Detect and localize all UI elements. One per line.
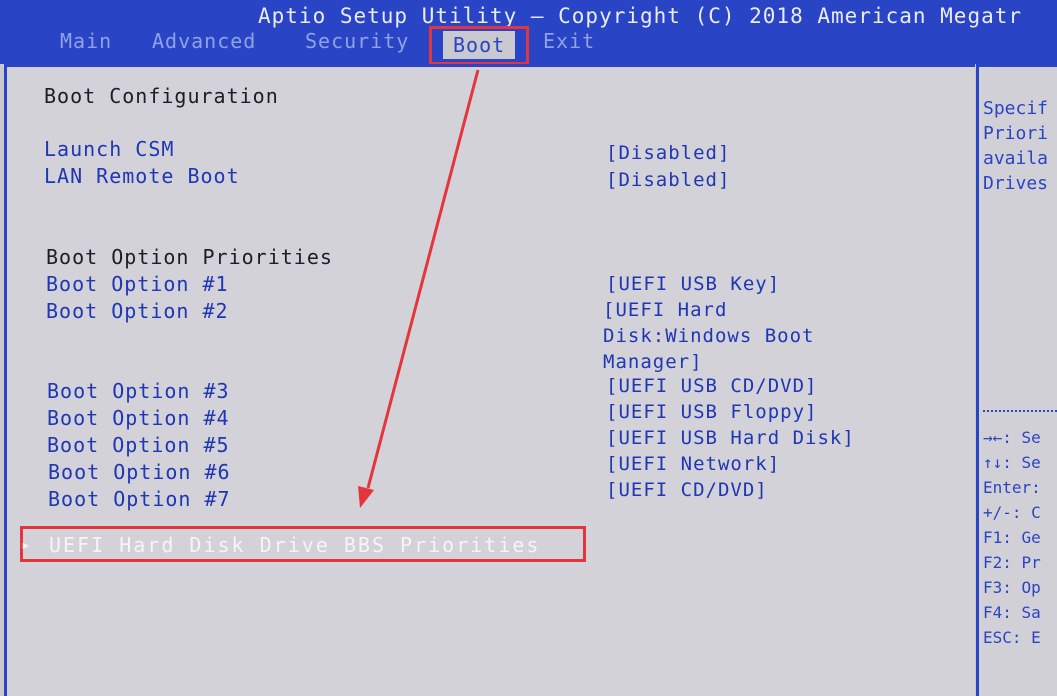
submenu-arrow-icon: ▸ [21, 535, 31, 554]
key-hint-change: +/-: C [983, 503, 1041, 522]
help-line-3: availa [983, 148, 1049, 169]
boot-option-4-value[interactable]: [UEFI USB Floppy] [606, 401, 817, 423]
boot-option-5-label[interactable]: Boot Option #5 [47, 433, 230, 457]
boot-option-7-value[interactable]: [UEFI CD/DVD] [606, 479, 768, 501]
boot-option-3-value[interactable]: [UEFI USB CD/DVD] [606, 375, 817, 397]
boot-option-5-value[interactable]: [UEFI USB Hard Disk] [606, 427, 855, 449]
tab-advanced[interactable]: Advanced [152, 29, 256, 53]
help-line-4: Drives [983, 173, 1049, 194]
key-hint-f1: F1: Ge [983, 528, 1041, 547]
boot-tab-highlight [429, 26, 529, 65]
launch-csm-value[interactable]: [Disabled] [606, 142, 730, 164]
uefi-hdd-bbs-priorities-label: UEFI Hard Disk Drive BBS Priorities [49, 533, 541, 557]
boot-option-6-value[interactable]: [UEFI Network] [606, 453, 780, 475]
boot-option-1-label[interactable]: Boot Option #1 [46, 272, 229, 296]
boot-option-4-label[interactable]: Boot Option #4 [47, 406, 230, 430]
key-hint-f4: F4: Sa [983, 603, 1041, 622]
boot-option-2-value[interactable]: [UEFI Hard Disk:Windows Boot Manager] [603, 297, 863, 375]
boot-option-6-label[interactable]: Boot Option #6 [48, 460, 231, 484]
boot-option-3-label[interactable]: Boot Option #3 [47, 379, 230, 403]
tab-security[interactable]: Security [305, 29, 409, 53]
boot-option-2-label[interactable]: Boot Option #2 [46, 299, 229, 323]
tab-main[interactable]: Main [60, 29, 112, 53]
key-hint-f3: F3: Op [983, 578, 1041, 597]
boot-option-7-label[interactable]: Boot Option #7 [48, 487, 231, 511]
help-line-2: Priori [983, 123, 1049, 144]
launch-csm-label[interactable]: Launch CSM [44, 137, 174, 161]
key-hint-enter: Enter: [983, 478, 1041, 497]
boot-option-1-value[interactable]: [UEFI USB Key] [606, 273, 780, 295]
lan-remote-boot-value[interactable]: [Disabled] [606, 169, 730, 191]
uefi-hdd-bbs-priorities-item[interactable]: ▸ UEFI Hard Disk Drive BBS Priorities [20, 526, 586, 562]
section-boot-configuration: Boot Configuration [44, 84, 279, 108]
key-hint-select-item: ↑↓: Se [983, 453, 1041, 472]
key-hint-select-screen: →←: Se [983, 428, 1041, 447]
help-line-1: Specif [983, 98, 1049, 119]
app-title: Aptio Setup Utility – Copyright (C) 2018… [258, 4, 1023, 28]
lan-remote-boot-label[interactable]: LAN Remote Boot [44, 164, 240, 188]
key-hint-f2: F2: Pr [983, 553, 1041, 572]
section-boot-option-priorities: Boot Option Priorities [46, 245, 333, 269]
tab-exit[interactable]: Exit [543, 29, 595, 53]
key-hint-esc: ESC: E [983, 628, 1041, 647]
help-divider [983, 410, 1057, 412]
